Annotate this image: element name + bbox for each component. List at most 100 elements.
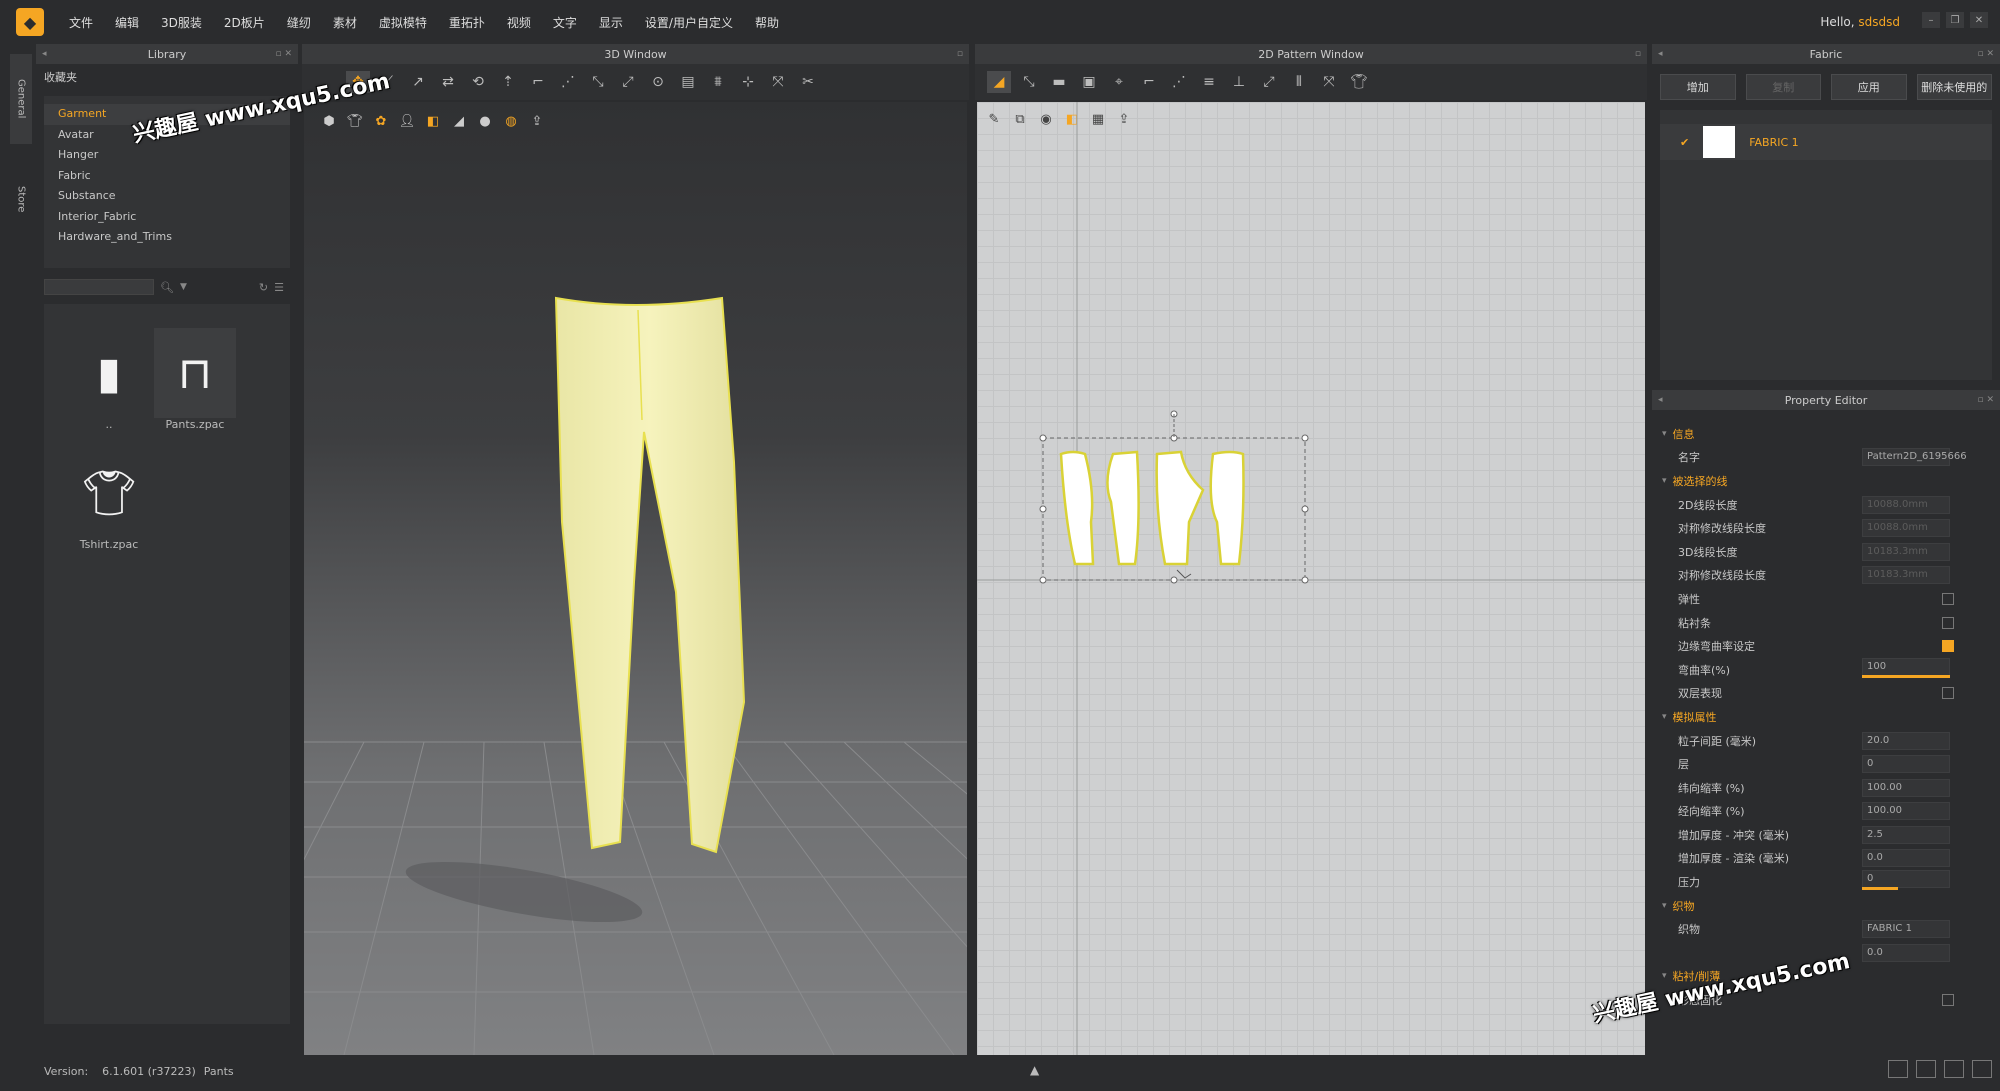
library-file[interactable]: ⊓ Pants.zpac <box>154 328 236 431</box>
edit-sewing-icon[interactable]: ⤡ <box>586 71 610 93</box>
menu-item[interactable]: 编辑 <box>104 14 150 31</box>
pin-icon[interactable]: ▫ ✕ <box>275 49 292 59</box>
library-tree-item[interactable]: Hanger <box>44 145 290 166</box>
library-tree-item[interactable]: Substance <box>44 186 290 207</box>
restore-icon[interactable]: ❐ <box>1946 12 1964 28</box>
pin-tool-icon[interactable]: ⤢ <box>616 71 640 93</box>
minimize-icon[interactable]: – <box>1922 12 1940 28</box>
menu-item[interactable]: 文件 <box>58 14 104 31</box>
fold-icon[interactable]: ⊹ <box>736 71 760 93</box>
transform-icon[interactable]: ↗ <box>406 71 430 93</box>
tab-general[interactable]: General <box>10 54 32 144</box>
layout-single-icon[interactable] <box>1888 1060 1908 1078</box>
apply-fabric-button[interactable]: 应用 <box>1831 74 1907 100</box>
property-section-header[interactable]: 模拟属性 <box>1662 705 1976 729</box>
property-slider[interactable] <box>1862 674 1950 678</box>
library-search-input[interactable] <box>44 279 154 295</box>
pants-garment[interactable] <box>554 296 746 854</box>
property-value-input[interactable]: 10088.0mm <box>1862 519 1950 538</box>
property-slider[interactable] <box>1862 887 1898 891</box>
property-value-input[interactable]: 0.0 <box>1862 849 1950 868</box>
menu-item[interactable]: 设置/用户自定义 <box>634 14 744 31</box>
property-value-input[interactable]: 10183.3mm <box>1862 542 1950 561</box>
menu-item[interactable]: 素材 <box>322 14 368 31</box>
free-sewing-icon[interactable]: ⋰ <box>556 71 580 93</box>
2d-viewport[interactable]: ✎ ⧉ ◉ ◧ ▦ ⇪ <box>977 102 1645 1055</box>
property-section-header[interactable]: 织物 <box>1662 894 1976 918</box>
copy-fabric-button[interactable]: 复制 <box>1745 74 1821 100</box>
property-value-input[interactable]: 20.0 <box>1862 731 1950 750</box>
tack-icon[interactable]: ⇡ <box>496 71 520 93</box>
property-value-input[interactable]: 100.00 <box>1862 778 1950 797</box>
layout-triple-icon[interactable] <box>1944 1060 1964 1078</box>
menu-item[interactable]: 重拓扑 <box>438 14 496 31</box>
property-value-input[interactable]: FABRIC 1 <box>1862 920 1950 939</box>
fold-arrange-icon[interactable]: ⇄ <box>436 71 460 93</box>
pin-icon[interactable]: ▫ <box>957 49 963 59</box>
line-icon[interactable]: ⤧ <box>1317 71 1341 93</box>
collapse-icon[interactable]: ◂ <box>1658 49 1663 59</box>
app-logo-icon[interactable]: ◆ <box>16 8 44 36</box>
menu-item[interactable]: 显示 <box>588 14 634 31</box>
menu-item[interactable]: 2D板片 <box>213 14 276 31</box>
cut-icon[interactable]: ✂ <box>796 71 820 93</box>
menu-item[interactable]: 视频 <box>496 14 542 31</box>
trace-icon[interactable]: ⤢ <box>1257 71 1281 93</box>
property-checkbox[interactable] <box>1942 640 1954 653</box>
property-section-header[interactable]: 信息 <box>1662 422 1976 446</box>
property-value-input[interactable]: 0 <box>1862 755 1950 774</box>
rotate-icon[interactable]: ⟲ <box>466 71 490 93</box>
dart-icon[interactable]: ⊥ <box>1227 71 1251 93</box>
library-tree-item[interactable]: Hardware_and_Trims <box>44 227 290 248</box>
property-section-header[interactable]: 被选择的线 <box>1662 469 1976 493</box>
property-value-input[interactable]: 2.5 <box>1862 825 1950 844</box>
close-icon[interactable]: ✕ <box>1970 12 1988 28</box>
library-file[interactable]: ▮.. <box>68 328 150 432</box>
line-icon[interactable]: ⤧ <box>766 71 790 93</box>
rectangle-icon[interactable]: ▬ <box>1047 71 1071 93</box>
collapse-icon[interactable]: ◂ <box>1658 395 1663 405</box>
pleat-icon[interactable]: ⫴ <box>1287 71 1311 93</box>
3d-viewport[interactable]: ⬢ 👕︎ ✿ 👤︎ ◧ ◢ ● ◍ ⇪ <box>304 102 967 1055</box>
menu-item[interactable]: 帮助 <box>744 14 790 31</box>
library-tree-item[interactable]: Interior_Fabric <box>44 207 290 228</box>
property-checkbox[interactable] <box>1942 994 1954 1007</box>
property-value-input[interactable]: 100 <box>1862 657 1950 676</box>
measure-icon[interactable]: ⩩ <box>706 71 730 93</box>
pin-icon[interactable]: ▫ ✕ <box>1977 395 1994 405</box>
internal-shape-icon[interactable]: ▣ <box>1077 71 1101 93</box>
list-view-icon[interactable]: ☰ <box>274 281 284 294</box>
username-link[interactable]: sdsdsd <box>1858 15 1900 29</box>
property-value-input[interactable]: Pattern2D_6195666 <box>1862 448 1967 467</box>
delete-unused-button[interactable]: 删除未使用的 <box>1916 74 1992 100</box>
property-checkbox[interactable] <box>1942 687 1954 700</box>
topstitch-icon[interactable]: ▤ <box>676 71 700 93</box>
menu-item[interactable]: 虚拟模特 <box>368 14 438 31</box>
property-value-input[interactable]: 0 <box>1862 870 1950 889</box>
menu-item[interactable]: 文字 <box>542 14 588 31</box>
property-value-input[interactable]: 10088.0mm <box>1862 495 1950 514</box>
add-fabric-button[interactable]: 增加 <box>1660 74 1736 100</box>
button-icon[interactable]: ⊙ <box>646 71 670 93</box>
segment-sewing-icon[interactable]: ⌐ <box>526 71 550 93</box>
search-icon[interactable]: 🔍︎ <box>160 281 174 294</box>
pin-icon[interactable]: ▫ <box>1635 49 1641 59</box>
edit-pattern-icon[interactable]: ◢ <box>987 71 1011 93</box>
garment-icon[interactable]: 👕︎ <box>1347 71 1371 93</box>
chevron-down-icon[interactable]: ▼ <box>180 282 187 292</box>
fold-line-icon[interactable]: ≡ <box>1197 71 1221 93</box>
menu-item[interactable]: 3D服装 <box>150 14 213 31</box>
layout-split-icon[interactable] <box>1916 1060 1936 1078</box>
property-value-input[interactable]: 10183.3mm <box>1862 566 1950 585</box>
library-file[interactable]: 👕︎ Tshirt.zpac <box>68 448 150 551</box>
library-tree-item[interactable]: Fabric <box>44 166 290 187</box>
property-checkbox[interactable] <box>1942 592 1954 605</box>
pin-icon[interactable]: ▫ ✕ <box>1977 49 1994 59</box>
point-icon[interactable]: ⌖ <box>1107 71 1131 93</box>
menu-item[interactable]: 缝纫 <box>276 14 322 31</box>
refresh-icon[interactable]: ↻ <box>259 281 268 294</box>
property-value-input[interactable]: 0.0 <box>1862 943 1950 962</box>
property-value-input[interactable]: 100.00 <box>1862 802 1950 821</box>
free-sewing-icon[interactable]: ⋰ <box>1167 71 1191 93</box>
expand-up-icon[interactable]: ▲ <box>1030 1063 1039 1077</box>
